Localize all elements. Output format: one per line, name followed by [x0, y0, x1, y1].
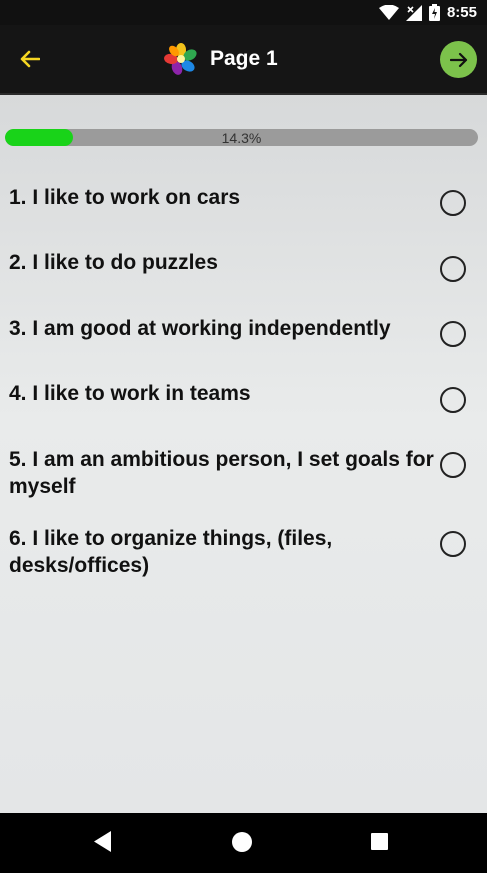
arrow-left-icon: [20, 50, 40, 68]
question-radio[interactable]: [440, 531, 466, 557]
question-text: 2. I like to do puzzles: [9, 251, 218, 274]
question-text: 5. I am an ambitious person, I set goals…: [9, 448, 434, 498]
next-button[interactable]: [440, 41, 477, 78]
nav-back-icon: [94, 831, 111, 852]
flower-logo-icon: [164, 43, 197, 75]
question-item: 3. I am good at working independently: [9, 315, 479, 375]
question-text: 6. I like to organize things, (files, de…: [9, 527, 333, 577]
nav-home-icon[interactable]: [232, 832, 252, 852]
question-text: 3. I am good at working independently: [9, 317, 391, 340]
back-button[interactable]: [12, 41, 48, 77]
question-text: 4. I like to work in teams: [9, 382, 251, 405]
status-bar: 8:55: [0, 0, 487, 25]
progress-label: 14.3%: [221, 130, 262, 146]
signal-icon: [405, 4, 422, 21]
question-item: 1. I like to work on cars: [9, 184, 479, 244]
app-bar: Page 1: [0, 25, 487, 95]
progress-bar: 14.3%: [5, 129, 478, 146]
wifi-icon: [378, 5, 399, 20]
status-time: 8:55: [446, 4, 477, 21]
nav-back-button[interactable]: [94, 831, 112, 857]
title-group: Page 1: [164, 40, 278, 78]
question-item: 5. I am an ambitious person, I set goals…: [9, 446, 479, 506]
question-item: 4. I like to work in teams: [9, 380, 479, 440]
questionnaire-content: 14.3% 1. I like to work on cars 2. I lik…: [0, 95, 487, 813]
question-radio[interactable]: [440, 452, 466, 478]
question-radio[interactable]: [440, 256, 466, 282]
question-radio[interactable]: [440, 387, 466, 413]
battery-icon: [428, 4, 440, 21]
page-title: Page 1: [210, 47, 278, 70]
question-item: 6. I like to organize things, (files, de…: [9, 525, 479, 585]
question-item: 2. I like to do puzzles: [9, 249, 479, 309]
status-icons: 8:55: [378, 3, 477, 22]
question-radio[interactable]: [440, 321, 466, 347]
arrow-right-icon: [449, 52, 467, 67]
nav-recent-icon[interactable]: [371, 833, 388, 850]
question-text: 1. I like to work on cars: [9, 186, 241, 209]
question-radio[interactable]: [440, 190, 466, 216]
